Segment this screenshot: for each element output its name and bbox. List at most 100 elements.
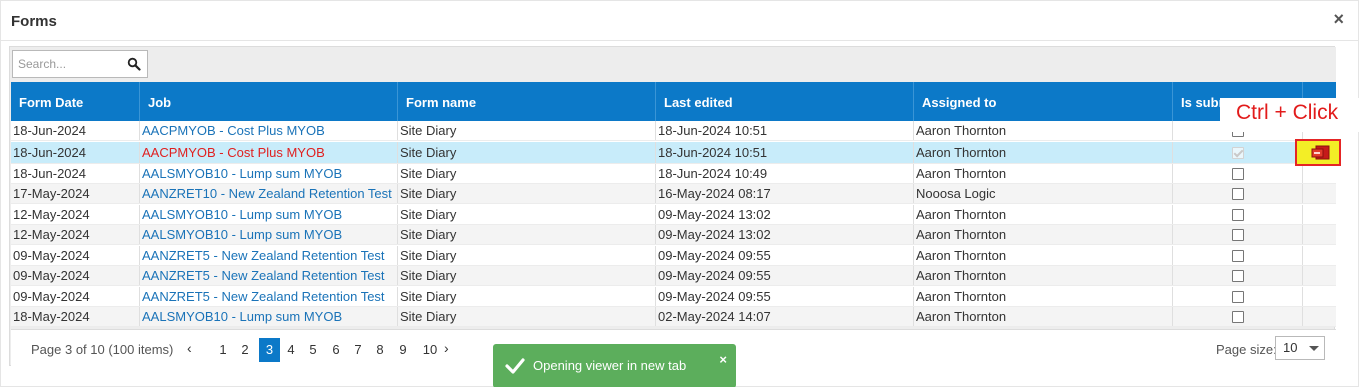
cell-form-date: 09-May-2024 — [11, 286, 140, 306]
dialog-header: Forms × — [1, 1, 1359, 41]
page-link[interactable]: 2 — [239, 340, 251, 362]
cell-last-edited: 18-Jun-2024 10:51 — [656, 121, 914, 140]
cell-actions — [1303, 225, 1336, 244]
cell-job: AANZRET10 - New Zealand Retention Test — [140, 184, 398, 203]
job-link[interactable]: AACPMYOB - Cost Plus MYOB — [142, 145, 325, 160]
cell-last-edited: 09-May-2024 09:55 — [656, 245, 914, 265]
table-row[interactable]: 18-Jun-2024 AALSMYOB10 - Lump sum MYOB Sit… — [11, 163, 1336, 184]
cell-assigned-to: Aaron Thornton — [914, 286, 1173, 306]
page-link[interactable]: 10 — [419, 340, 441, 362]
toast-close-icon[interactable]: × — [719, 352, 727, 367]
job-link[interactable]: AANZRET5 - New Zealand Retention Test — [142, 248, 385, 263]
page-link[interactable]: 6 — [330, 340, 342, 362]
submitted-checkbox[interactable] — [1232, 270, 1244, 282]
submitted-checkbox[interactable] — [1232, 229, 1244, 241]
page-link[interactable]: 1 — [217, 340, 229, 362]
cell-assigned-to: Aaron Thornton — [914, 225, 1173, 244]
submitted-checkbox[interactable] — [1232, 208, 1244, 221]
next-page-icon[interactable]: › — [444, 340, 449, 356]
cell-form-name: Site Diary — [398, 245, 656, 265]
open-viewer-button[interactable] — [1295, 139, 1341, 166]
job-link[interactable]: AALSMYOB10 - Lump sum MYOB — [142, 227, 342, 242]
job-link[interactable]: AANZRET5 - New Zealand Retention Test — [142, 268, 385, 283]
check-icon — [505, 358, 525, 374]
job-link[interactable]: AANZRET10 - New Zealand Retention Test — [142, 186, 392, 201]
cell-form-date: 09-May-2024 — [11, 266, 140, 285]
cell-job: AALSMYOB10 - Lump sum MYOB — [140, 163, 398, 183]
cell-is-submitted — [1173, 307, 1303, 326]
cell-is-submitted — [1173, 245, 1303, 265]
table-row[interactable]: 09-May-2024 AANZRET5 - New Zealand Retent… — [11, 286, 1336, 307]
cell-form-name: Site Diary — [398, 121, 656, 140]
page-size-select[interactable]: 10 — [1275, 336, 1325, 360]
search-icon[interactable] — [127, 57, 141, 71]
page-link[interactable]: 8 — [374, 340, 386, 362]
forms-dialog: Forms × Form Date Job Form name Last edi… — [0, 0, 1359, 387]
search-input[interactable] — [13, 51, 121, 77]
cell-job: AANZRET5 - New Zealand Retention Test — [140, 266, 398, 285]
cell-form-date: 18-May-2024 — [11, 307, 140, 326]
cell-assigned-to: Nooosa Logic — [914, 184, 1173, 203]
toast-message: Opening viewer in new tab — [533, 358, 687, 373]
open-document-icon — [1311, 145, 1330, 160]
cell-form-date: 09-May-2024 — [11, 245, 140, 265]
column-header-form-date[interactable]: Form Date — [11, 82, 140, 121]
cell-actions — [1303, 287, 1336, 306]
table-row[interactable]: 12-May-2024 AALSMYOB10 - Lump sum MYOB Sit… — [11, 204, 1336, 225]
submitted-checkbox[interactable] — [1232, 188, 1244, 200]
cell-form-name: Site Diary — [398, 204, 656, 224]
job-link[interactable]: AALSMYOB10 - Lump sum MYOB — [142, 207, 342, 222]
cell-form-date: 17-May-2024 — [11, 184, 140, 203]
cell-actions — [1303, 307, 1336, 326]
table-row[interactable]: 12-May-2024 AALSMYOB10 - Lump sum MYOB Sit… — [11, 225, 1336, 245]
cell-assigned-to: Aaron Thornton — [914, 266, 1173, 285]
cell-assigned-to: Aaron Thornton — [914, 204, 1173, 224]
table-row[interactable]: 18-Jun-2024 AACPMYOB - Cost Plus MYOB Site… — [11, 121, 1336, 141]
cell-form-name: Site Diary — [398, 286, 656, 306]
cell-is-submitted — [1173, 266, 1303, 285]
cell-last-edited: 16-May-2024 08:17 — [656, 184, 914, 203]
page-link[interactable]: 9 — [397, 340, 409, 362]
submitted-checkbox[interactable] — [1232, 146, 1244, 159]
cell-job: AACPMYOB - Cost Plus MYOB — [140, 141, 398, 163]
cell-assigned-to: Aaron Thornton — [914, 141, 1173, 163]
column-header-last-edited[interactable]: Last edited — [656, 82, 914, 121]
page-link[interactable]: 4 — [285, 340, 297, 362]
close-icon[interactable]: × — [1333, 10, 1344, 28]
cell-last-edited: 09-May-2024 13:02 — [656, 204, 914, 224]
job-link[interactable]: AALSMYOB10 - Lump sum MYOB — [142, 166, 342, 181]
table-header: Form Date Job Form name Last edited Assi… — [11, 82, 1336, 121]
page-link-current[interactable]: 3 — [259, 338, 280, 362]
table-body: 18-Jun-2024 AACPMYOB - Cost Plus MYOB Site… — [11, 121, 1336, 327]
page-info: Page 3 of 10 (100 items) — [31, 342, 174, 357]
column-header-form-name[interactable]: Form name — [398, 82, 656, 121]
table-row[interactable]: 17-May-2024 AANZRET10 - New Zealand Reten… — [11, 184, 1336, 204]
table-row[interactable]: 09-May-2024 AANZRET5 - New Zealand Retent… — [11, 245, 1336, 266]
cell-job: AALSMYOB10 - Lump sum MYOB — [140, 204, 398, 224]
cell-job: AANZRET5 - New Zealand Retention Test — [140, 286, 398, 306]
job-link[interactable]: AACPMYOB - Cost Plus MYOB — [142, 123, 325, 138]
cell-is-submitted — [1173, 204, 1303, 224]
page-link[interactable]: 7 — [352, 340, 364, 362]
cell-job: AANZRET5 - New Zealand Retention Test — [140, 245, 398, 265]
column-header-assigned-to[interactable]: Assigned to — [914, 82, 1173, 121]
cell-form-date: 12-May-2024 — [11, 204, 140, 224]
job-link[interactable]: AANZRET5 - New Zealand Retention Test — [142, 289, 385, 304]
table-row[interactable]: 18-Jun-2024 AACPMYOB - Cost Plus MYOB Site… — [11, 141, 1336, 164]
table-row[interactable]: 18-May-2024 AALSMYOB10 - Lump sum MYOB Sit… — [11, 307, 1336, 327]
page-link[interactable]: 5 — [307, 340, 319, 362]
cell-actions — [1303, 266, 1336, 285]
cell-actions — [1303, 184, 1336, 203]
cell-form-date: 18-Jun-2024 — [11, 121, 140, 140]
cell-is-submitted — [1173, 184, 1303, 203]
prev-page-icon[interactable]: ‹ — [187, 340, 192, 356]
column-header-job[interactable]: Job — [140, 82, 398, 121]
ctrl-click-annotation: Ctrl + Click — [1220, 98, 1359, 132]
submitted-checkbox[interactable] — [1232, 249, 1244, 262]
submitted-checkbox[interactable] — [1232, 167, 1244, 180]
submitted-checkbox[interactable] — [1232, 311, 1244, 323]
job-link[interactable]: AALSMYOB10 - Lump sum MYOB — [142, 309, 342, 324]
table-row[interactable]: 09-May-2024 AANZRET5 - New Zealand Retent… — [11, 266, 1336, 286]
cell-job: AALSMYOB10 - Lump sum MYOB — [140, 307, 398, 326]
submitted-checkbox[interactable] — [1232, 290, 1244, 303]
